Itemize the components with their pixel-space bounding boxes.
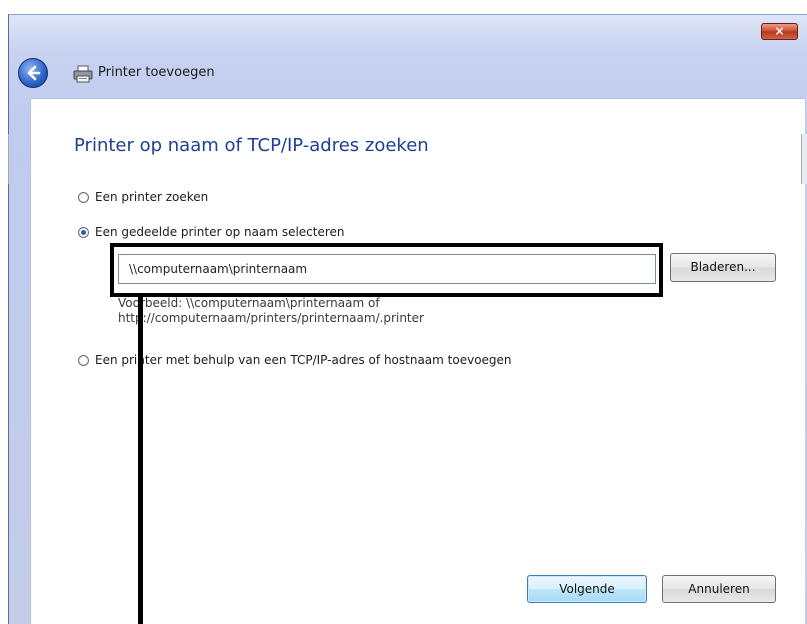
option-label: Een printer met behulp van een TCP/IP-ad… xyxy=(95,353,512,367)
back-arrow-icon xyxy=(27,65,41,81)
printer-icon xyxy=(73,65,93,83)
option-shared-printer[interactable]: Een gedeelde printer op naam selecteren xyxy=(78,225,345,239)
close-icon: × xyxy=(774,24,785,38)
example-line: http://computernaam/printers/printernaam… xyxy=(118,311,424,325)
back-button[interactable] xyxy=(18,58,48,88)
option-label: Een gedeelde printer op naam selecteren xyxy=(95,225,345,239)
radio-button[interactable] xyxy=(78,226,89,238)
page-heading: Printer op naam of TCP/IP-adres zoeken xyxy=(74,135,429,156)
window-title: Printer toevoegen xyxy=(98,65,215,80)
close-button[interactable]: × xyxy=(761,23,798,40)
annotation-pointer-line xyxy=(138,297,143,624)
example-line: Voorbeeld: \\computernaam\printernaam of xyxy=(118,296,380,310)
radio-button[interactable] xyxy=(78,191,89,203)
browse-button[interactable]: Bladeren... xyxy=(670,253,776,282)
radio-button[interactable] xyxy=(78,354,89,366)
option-label: Een printer zoeken xyxy=(95,190,209,204)
background-window-edge xyxy=(801,134,807,184)
option-search-printer[interactable]: Een printer zoeken xyxy=(78,190,208,204)
annotation-highlight-box xyxy=(110,243,663,297)
example-text: Voorbeeld: \\computernaam\printernaam of… xyxy=(118,296,424,326)
next-button[interactable]: Volgende xyxy=(527,575,647,603)
option-tcpip-printer[interactable]: Een printer met behulp van een TCP/IP-ad… xyxy=(78,353,512,367)
background-window-edge xyxy=(0,134,9,184)
cancel-button[interactable]: Annuleren xyxy=(662,575,776,603)
